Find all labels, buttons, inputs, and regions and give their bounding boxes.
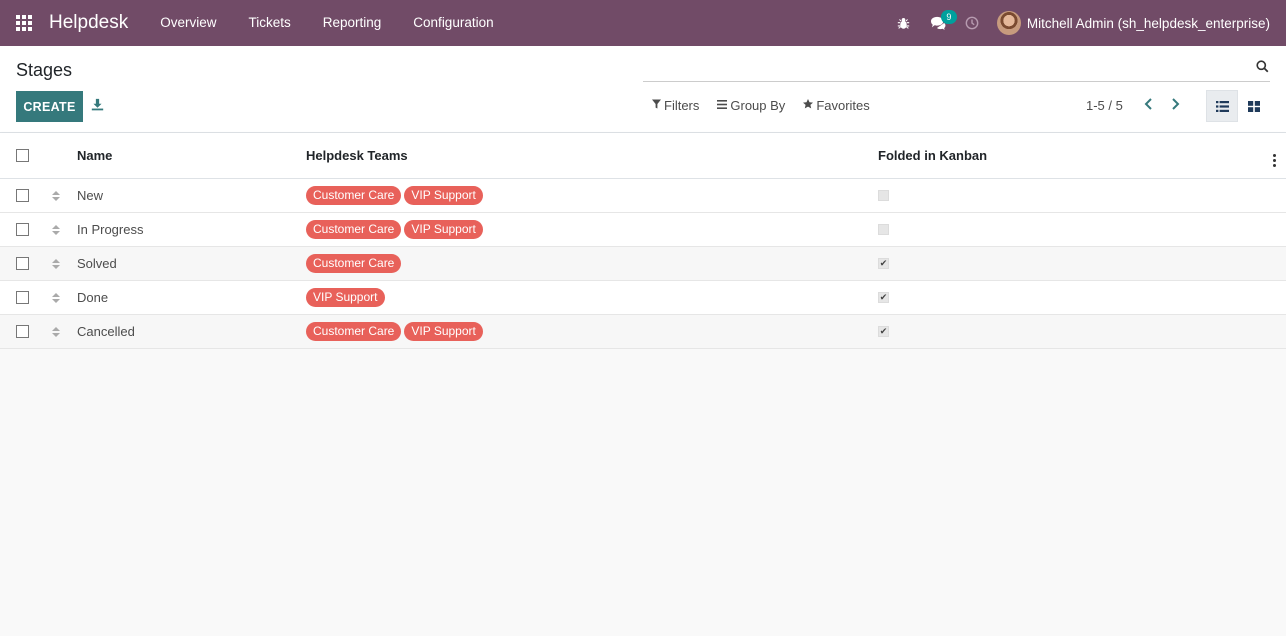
debug-bug-icon[interactable] <box>887 0 921 46</box>
column-header-teams[interactable]: Helpdesk Teams <box>306 148 878 163</box>
stage-name: Done <box>77 290 109 305</box>
favorites-label: Favorites <box>816 98 870 113</box>
drag-handle-icon[interactable] <box>52 224 60 235</box>
select-all-checkbox[interactable] <box>16 149 29 162</box>
kanban-view-icon[interactable] <box>1238 90 1270 122</box>
row-checkbox[interactable] <box>16 325 29 338</box>
optional-columns-icon[interactable] <box>1272 153 1276 167</box>
folded-checkbox <box>878 190 889 201</box>
row-checkbox[interactable] <box>16 189 29 202</box>
row-checkbox[interactable] <box>16 291 29 304</box>
team-tag: VIP Support <box>404 322 483 341</box>
pager-value[interactable]: 1-5 / 5 <box>1086 98 1123 113</box>
list-view-icon[interactable] <box>1206 90 1238 122</box>
table-row[interactable]: Done VIP Support ✔ <box>0 281 1286 315</box>
table-row[interactable]: New Customer Care VIP Support <box>0 179 1286 213</box>
folded-checkbox <box>878 224 889 235</box>
table-row[interactable]: Cancelled Customer Care VIP Support ✔ <box>0 315 1286 349</box>
drag-handle-icon[interactable] <box>52 326 60 337</box>
stage-name: In Progress <box>77 222 144 237</box>
menu-overview[interactable]: Overview <box>144 0 232 46</box>
team-tag: Customer Care <box>306 186 402 205</box>
main-menu: Overview Tickets Reporting Configuration <box>144 0 509 46</box>
filter-funnel-icon <box>652 99 661 112</box>
team-tag: Customer Care <box>306 254 402 273</box>
stage-name: Solved <box>77 256 117 271</box>
search-box <box>643 56 1270 82</box>
user-menu[interactable]: Mitchell Admin (sh_helpdesk_enterprise) <box>996 11 1270 35</box>
pager-next-icon[interactable] <box>1168 96 1182 112</box>
favorites-button[interactable]: Favorites <box>803 98 870 113</box>
search-input[interactable] <box>643 56 1243 80</box>
folded-checkbox-checked: ✔ <box>878 292 889 303</box>
row-checkbox[interactable] <box>16 223 29 236</box>
filters-button[interactable]: Filters <box>652 98 699 113</box>
favorites-star-icon <box>803 99 814 112</box>
groupby-bars-icon <box>717 99 728 112</box>
app-brand[interactable]: Helpdesk <box>49 12 128 34</box>
pager-previous-icon[interactable] <box>1141 96 1155 112</box>
menu-reporting[interactable]: Reporting <box>307 0 398 46</box>
groupby-button[interactable]: Group By <box>717 98 785 113</box>
download-icon[interactable] <box>91 98 107 114</box>
table-header: Name Helpdesk Teams Folded in Kanban <box>0 133 1286 179</box>
table-row[interactable]: Solved Customer Care ✔ <box>0 247 1286 281</box>
create-button[interactable]: CREATE <box>16 91 83 122</box>
user-name: Mitchell Admin (sh_helpdesk_enterprise) <box>1026 15 1270 31</box>
drag-handle-icon[interactable] <box>52 292 60 303</box>
menu-tickets[interactable]: Tickets <box>232 0 306 46</box>
view-switcher <box>1206 90 1270 122</box>
drag-handle-icon[interactable] <box>52 190 60 201</box>
team-tag: VIP Support <box>404 220 483 239</box>
stage-name: Cancelled <box>77 324 135 339</box>
team-tag: Customer Care <box>306 220 402 239</box>
team-tag: VIP Support <box>404 186 483 205</box>
apps-menu-icon[interactable] <box>0 0 48 46</box>
search-icon[interactable] <box>1256 60 1270 74</box>
stages-table: Name Helpdesk Teams Folded in Kanban New… <box>0 133 1286 349</box>
folded-checkbox-checked: ✔ <box>878 326 889 337</box>
row-checkbox[interactable] <box>16 257 29 270</box>
groupby-label: Group By <box>730 98 786 113</box>
team-tag: Customer Care <box>306 322 402 341</box>
activity-clock-icon[interactable] <box>955 0 989 46</box>
page-title: Stages <box>16 60 73 80</box>
drag-handle-icon[interactable] <box>52 258 60 269</box>
column-header-name[interactable]: Name <box>77 148 306 163</box>
user-avatar <box>996 11 1021 35</box>
folded-checkbox-checked: ✔ <box>878 258 889 269</box>
menu-configuration[interactable]: Configuration <box>397 0 509 46</box>
stage-name: New <box>77 188 104 203</box>
team-tag: VIP Support <box>306 288 385 307</box>
messages-icon[interactable]: 9 <box>921 0 957 46</box>
table-row[interactable]: In Progress Customer Care VIP Support <box>0 213 1286 247</box>
control-panel: Stages CREATE Filters Group By Favorites <box>0 46 1286 133</box>
column-header-folded[interactable]: Folded in Kanban <box>878 148 1262 163</box>
top-navbar: Helpdesk Overview Tickets Reporting Conf… <box>0 0 1286 46</box>
filters-label: Filters <box>664 98 700 113</box>
